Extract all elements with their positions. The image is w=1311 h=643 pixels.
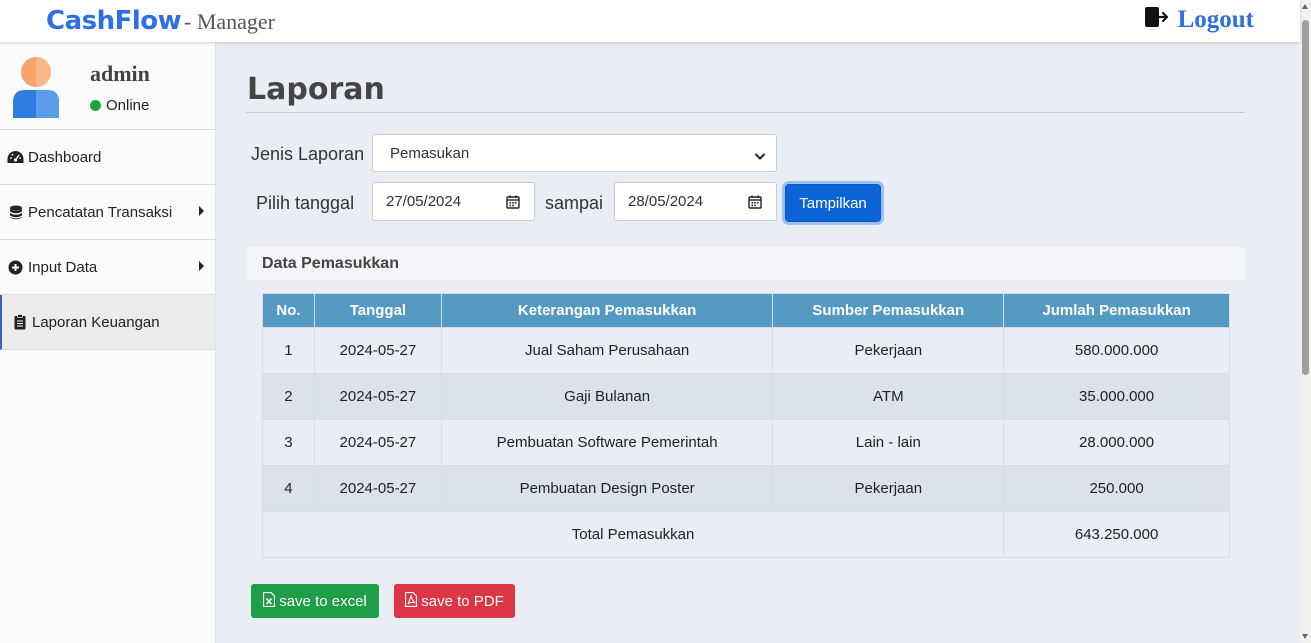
income-table: No. Tanggal Keterangan Pemasukkan Sumber… — [261, 293, 1230, 558]
sidebar-item-label: Laporan Keuangan — [32, 313, 160, 331]
scroll-down-arrow-icon[interactable] — [1302, 634, 1308, 639]
table-cell: Pekerjaan — [772, 327, 1005, 374]
sidebar: admin Online Dashboard Pencatatan Transa… — [0, 42, 216, 643]
table-cell: ATM — [772, 373, 1005, 420]
page-scrollbar[interactable] — [1300, 0, 1311, 643]
table-row: 4 2024-05-27 Pembuatan Design Poster Pek… — [262, 465, 1230, 512]
date-from-value: 27/05/2024 — [386, 193, 462, 210]
column-header-source: Sumber Pemasukkan — [772, 293, 1005, 328]
title-divider — [246, 112, 1245, 113]
main-content: Laporan Jenis Laporan Pemasukan Pilih ta… — [216, 42, 1300, 643]
save-excel-label: save to excel — [279, 592, 367, 610]
sidebar-item-dashboard[interactable]: Dashboard — [0, 130, 215, 185]
table-cell: 2024-05-27 — [313, 373, 442, 420]
table-row: 2 2024-05-27 Gaji Bulanan ATM 35.000.000 — [262, 373, 1230, 420]
range-separator-label: sampai — [545, 193, 604, 213]
sidebar-item-pencatatan-transaksi[interactable]: Pencatatan Transaksi — [0, 185, 215, 240]
calendar-icon[interactable] — [748, 195, 762, 213]
card-title: Data Pemasukkan — [247, 247, 1245, 280]
table-cell: Gaji Bulanan — [440, 373, 774, 420]
user-status: Online — [90, 97, 149, 114]
online-status-dot — [90, 100, 101, 111]
file-pdf-icon — [405, 591, 418, 611]
report-type-select[interactable]: Pemasukan — [372, 134, 777, 172]
date-to-value: 28/05/2024 — [628, 193, 704, 210]
table-cell: Jual Saham Perusahaan — [440, 327, 774, 374]
user-name: admin — [90, 61, 150, 86]
avatar — [10, 56, 62, 123]
column-header-description: Keterangan Pemasukkan — [440, 293, 774, 328]
sidebar-item-label: Dashboard — [28, 148, 102, 166]
report-type-value: Pemasukan — [390, 144, 470, 162]
date-from-input[interactable]: 27/05/2024 — [372, 182, 535, 221]
calendar-icon[interactable] — [506, 195, 520, 213]
save-pdf-label: save to PDF — [421, 592, 504, 610]
page-title: Laporan — [247, 72, 385, 107]
table-cell: 2024-05-27 — [313, 327, 442, 374]
database-icon — [7, 204, 24, 221]
sidebar-item-input-data[interactable]: Input Data — [0, 240, 215, 295]
dashboard-icon — [7, 149, 24, 166]
table-total-row: Total Pemasukkan 643.250.000 — [261, 511, 1230, 558]
column-header-amount: Jumlah Pemasukkan — [1003, 293, 1230, 328]
report-type-label: Jenis Laporan — [251, 144, 365, 164]
user-status-label: Online — [106, 97, 150, 114]
table-cell: 4 — [262, 465, 315, 512]
scroll-up-arrow-icon[interactable] — [1302, 4, 1308, 9]
brand-logo[interactable]: CashFlow — [46, 6, 182, 36]
brand-subtitle: - Manager — [184, 9, 276, 34]
scrollbar-thumb[interactable] — [1302, 20, 1309, 375]
date-label: Pilih tanggal — [256, 193, 355, 213]
table-cell: 580.000.000 — [1003, 327, 1230, 374]
logout-button[interactable]: Logout — [1144, 5, 1254, 34]
chevron-right-icon — [199, 261, 204, 271]
column-header-no: No. — [262, 293, 315, 328]
save-pdf-button[interactable]: save to PDF — [394, 584, 515, 618]
column-header-date: Tanggal — [313, 293, 442, 328]
save-excel-button[interactable]: save to excel — [251, 584, 379, 618]
table-cell: 2024-05-27 — [313, 419, 442, 466]
table-cell: 3 — [262, 419, 315, 466]
chevron-down-icon — [754, 148, 766, 165]
table-row: 3 2024-05-27 Pembuatan Software Pemerint… — [262, 419, 1230, 466]
table-cell: Pekerjaan — [772, 465, 1005, 512]
table-cell: Pembuatan Software Pemerintah — [440, 419, 774, 466]
table-cell: 35.000.000 — [1003, 373, 1230, 420]
total-value: 643.250.000 — [1003, 511, 1230, 558]
total-label: Total Pemasukkan — [261, 511, 1005, 558]
logout-icon — [1144, 5, 1170, 34]
table-cell: 28.000.000 — [1003, 419, 1230, 466]
clipboard-icon — [11, 314, 28, 331]
sidebar-item-label: Pencatatan Transaksi — [28, 203, 173, 221]
top-navbar: CashFlow - Manager Logout — [0, 0, 1300, 42]
table-row: 1 2024-05-27 Jual Saham Perusahaan Peker… — [262, 327, 1230, 374]
file-excel-icon — [263, 591, 276, 611]
table-cell: 250.000 — [1003, 465, 1230, 512]
logout-label: Logout — [1177, 5, 1254, 33]
table-cell: 2024-05-27 — [313, 465, 442, 512]
show-report-button[interactable]: Tampilkan — [785, 184, 881, 222]
table-header-row: No. Tanggal Keterangan Pemasukkan Sumber… — [262, 293, 1230, 328]
sidebar-item-laporan-keuangan[interactable]: Laporan Keuangan — [0, 295, 215, 350]
table-cell: Lain - lain — [772, 419, 1005, 466]
sidebar-item-label: Input Data — [28, 258, 98, 276]
chevron-right-icon — [199, 206, 204, 216]
date-to-input[interactable]: 28/05/2024 — [614, 182, 777, 221]
user-panel: admin Online — [0, 42, 215, 130]
table-cell: Pembuatan Design Poster — [440, 465, 774, 512]
table-cell: 1 — [262, 327, 315, 374]
table-cell: 2 — [262, 373, 315, 420]
plus-circle-icon — [7, 259, 24, 276]
